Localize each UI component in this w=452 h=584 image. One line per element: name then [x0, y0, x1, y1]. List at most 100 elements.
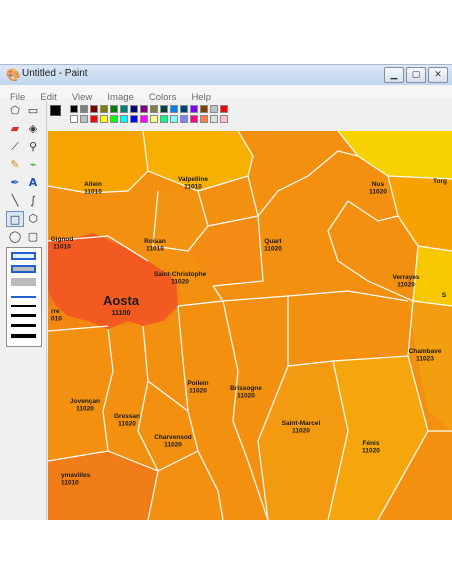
map-label-name: Brissogne — [230, 385, 262, 392]
primary-color[interactable] — [50, 105, 61, 116]
pencil-icon[interactable]: ✎ — [6, 157, 24, 173]
color-palette — [46, 103, 228, 129]
map-label-name: Chambave — [409, 348, 442, 355]
menu-bar: File Edit View Image Colors Help — [0, 85, 452, 103]
line-width-5[interactable] — [11, 334, 36, 338]
map-label-name: Saint-Christophe — [154, 271, 207, 278]
map-label-name: Saint-Marcel — [282, 420, 321, 427]
current-colors — [46, 103, 66, 125]
palette-swatch[interactable] — [160, 105, 168, 113]
map-label-name: Roisan — [144, 238, 166, 245]
palette-swatch[interactable] — [110, 105, 118, 113]
line-width-1[interactable] — [11, 296, 36, 298]
polygon-icon[interactable]: ⬡ — [24, 211, 42, 227]
map-label-code: 11010 — [184, 184, 202, 191]
map-label-name: ymavilles — [61, 472, 91, 479]
palette-swatch[interactable] — [140, 105, 148, 113]
line-width-2[interactable] — [11, 305, 36, 307]
line-icon[interactable]: ╲ — [6, 193, 24, 209]
palette-swatch[interactable] — [70, 105, 78, 113]
line-width-3[interactable] — [11, 314, 36, 317]
palette-swatch[interactable] — [90, 115, 98, 123]
palette-swatch[interactable] — [120, 105, 128, 113]
drawing-canvas[interactable]: Allein 11010 Valpelline 11010 Nus 11020 Torg Gi… — [48, 131, 452, 520]
map-label-code: 11020 — [264, 246, 282, 253]
palette-swatch[interactable] — [200, 105, 208, 113]
map-label-code: 11020 — [118, 421, 136, 428]
palette-swatch[interactable] — [130, 105, 138, 113]
map-label-code: 11020 — [189, 388, 207, 395]
map-label-code: 11010 — [146, 246, 164, 253]
map-label-name: S — [442, 292, 447, 299]
curve-icon[interactable]: ∫ — [24, 193, 42, 209]
map-image: Allein11010Valpelline11010 Nus11020TorgGi… — [48, 131, 452, 520]
map-label-code: 11020 — [171, 279, 189, 286]
palette-swatch[interactable] — [190, 115, 198, 123]
palette-swatch[interactable] — [70, 115, 78, 123]
palette-swatch[interactable] — [150, 105, 158, 113]
ellipse-icon[interactable]: ◯ — [6, 229, 24, 245]
title-bar[interactable]: 🎨 Untitled - Paint ▁ ▢ ✕ — [0, 65, 452, 85]
map-label-name: rre — [51, 308, 60, 315]
map-label-name: Valpelline — [178, 176, 208, 183]
palette-swatch[interactable] — [210, 115, 218, 123]
minimize-icon[interactable]: ▁ — [384, 67, 404, 83]
outline-option[interactable] — [11, 252, 36, 260]
paint-window: 🎨 Untitled - Paint ▁ ▢ ✕ File Edit View … — [0, 64, 452, 520]
color-picker-icon[interactable]: ⟋ — [6, 139, 24, 155]
palette-swatch[interactable] — [130, 115, 138, 123]
palette-swatch[interactable] — [80, 105, 88, 113]
map-label-name: Nus — [372, 181, 385, 188]
map-label-code: 11010 — [61, 480, 79, 487]
fill-icon[interactable]: ◈ — [24, 121, 42, 137]
palette-swatch[interactable] — [80, 115, 88, 123]
free-select-icon[interactable]: ⬠ — [6, 103, 24, 119]
map-label-code: 010 — [51, 316, 62, 323]
text-icon[interactable]: A — [24, 175, 42, 191]
line-width-4[interactable] — [11, 324, 36, 327]
palette-swatch[interactable] — [180, 115, 188, 123]
map-label-code: 11020 — [292, 428, 310, 435]
palette-swatch[interactable] — [90, 105, 98, 113]
eraser-icon[interactable]: ▰ — [6, 121, 24, 137]
map-label-name: Fénis — [363, 440, 380, 447]
map-label-name: Verrayes — [392, 274, 419, 281]
palette-swatch[interactable] — [220, 115, 228, 123]
outline-fill-option[interactable] — [11, 265, 36, 273]
palette-swatch[interactable] — [160, 115, 168, 123]
palette-swatch[interactable] — [100, 115, 108, 123]
fill-option[interactable] — [11, 278, 36, 286]
palette-swatch[interactable] — [210, 105, 218, 113]
map-label-name: Gressan — [114, 413, 140, 420]
palette-swatch[interactable] — [150, 115, 158, 123]
tool-options — [6, 247, 42, 347]
palette-swatch[interactable] — [190, 105, 198, 113]
palette-swatch[interactable] — [180, 105, 188, 113]
airbrush-icon[interactable]: ✒ — [6, 175, 24, 191]
palette-swatch[interactable] — [220, 105, 228, 113]
select-icon[interactable]: ▭ — [24, 103, 42, 119]
map-label-name: Pollein — [187, 380, 208, 387]
toolbox: ⬠ ▭ ▰ ◈ ⟋ ⚲ ✎ ⌁ ✒ A ╲ ∫ □ ⬡ ◯ ▢ — [0, 101, 47, 520]
brush-icon[interactable]: ⌁ — [24, 157, 42, 173]
palette-swatch[interactable] — [110, 115, 118, 123]
map-label-name: Jovençan — [70, 398, 100, 405]
rectangle-icon[interactable]: □ — [6, 211, 24, 227]
palette-swatch[interactable] — [170, 105, 178, 113]
maximize-icon[interactable]: ▢ — [406, 67, 426, 83]
palette-swatch[interactable] — [170, 115, 178, 123]
map-label-code: 11010 — [84, 189, 102, 196]
map-label-code: 11100 — [112, 310, 131, 317]
map-label-code: 11023 — [416, 356, 434, 363]
palette-swatch[interactable] — [100, 105, 108, 113]
map-label-name: Torg — [433, 178, 447, 185]
map-label-name: Charvensod — [154, 434, 192, 441]
close-icon[interactable]: ✕ — [428, 67, 448, 83]
rounded-rectangle-icon[interactable]: ▢ — [24, 229, 42, 245]
palette-swatch[interactable] — [140, 115, 148, 123]
palette-swatch[interactable] — [200, 115, 208, 123]
palette-swatch[interactable] — [120, 115, 128, 123]
magnifier-icon[interactable]: ⚲ — [24, 139, 42, 155]
map-label-code: 11010 — [53, 244, 71, 251]
map-label-code: 11020 — [369, 189, 387, 196]
